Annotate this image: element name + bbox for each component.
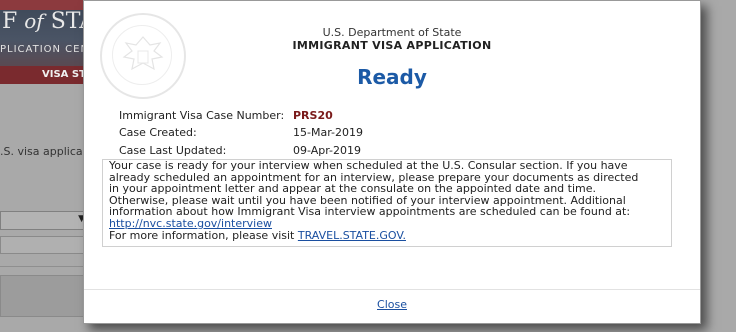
site-subtitle: PLICATION CENT [0,44,97,55]
background-input[interactable] [0,236,88,254]
site-title-italic: of [24,9,44,33]
case-number-value: PRS20 [293,109,333,122]
more-info-text: For more information, please visit [109,228,298,242]
dialog-content: U.S. Department of State IMMIGRANT VISA … [96,13,688,289]
case-created-label: Case Created: [119,126,197,139]
case-number-row: Immigrant Visa Case Number: PRS20 [119,109,333,122]
case-updated-row: Case Last Updated: 09-Apr-2019 [119,144,361,157]
case-updated-label: Case Last Updated: [119,144,227,157]
more-info-line: For more information, please visit TRAVE… [109,228,665,242]
case-status-dialog: U.S. Department of State IMMIGRANT VISA … [83,0,701,324]
case-updated-value: 09-Apr-2019 [293,144,362,157]
message-line: Your case is ready for your interview wh… [109,159,628,172]
case-status: Ready [357,65,427,89]
status-message-box: Your case is ready for your interview wh… [102,159,672,247]
application-title: IMMIGRANT VISA APPLICATION [292,39,492,52]
background-select[interactable]: ▼ [0,211,88,230]
site-title-prefix: F [2,9,18,34]
background-body-text: .S. visa applica [0,145,83,158]
case-created-value: 15-Mar-2019 [293,126,363,139]
department-name: U.S. Department of State [322,26,462,39]
divider [0,266,90,267]
background-button[interactable] [0,275,88,317]
travel-state-gov-link[interactable]: TRAVEL.STATE.GOV. [298,229,406,242]
case-number-label: Immigrant Visa Case Number: [119,109,285,122]
close-link[interactable]: Close [377,298,407,311]
nav-item-visa-status[interactable]: VISA ST [42,69,86,80]
dialog-footer: Close [84,298,700,311]
case-created-row: Case Created: 15-Mar-2019 [119,126,363,139]
dialog-footer-divider [84,289,700,290]
